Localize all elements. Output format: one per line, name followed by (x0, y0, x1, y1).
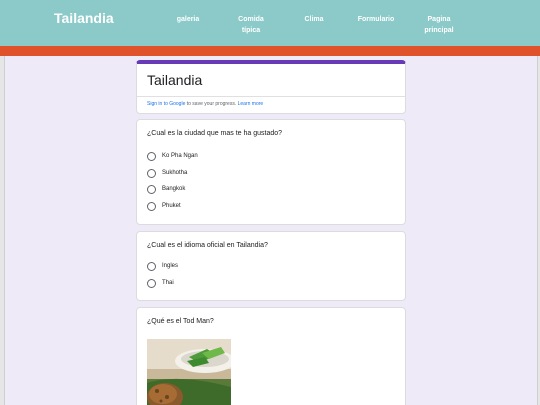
site-title: Tailandia (54, 10, 114, 26)
question-text: ¿Qué es el Tod Man? (147, 318, 214, 325)
nav-label: típica (241, 27, 261, 34)
nav-label: Clima (304, 16, 324, 23)
radio-button-icon[interactable] (147, 278, 156, 288)
radio-option[interactable]: Bangkok (147, 184, 185, 194)
question-card-city: ¿Cual es la ciudad que mas te ha gustado… (136, 119, 406, 225)
radio-option[interactable]: Phuket (147, 201, 181, 211)
nav-label: Pagina (427, 16, 451, 23)
signin-link[interactable]: Sign in to Google (147, 101, 185, 107)
radio-button-icon[interactable] (147, 184, 156, 194)
nav-galeria[interactable]: galeria (176, 14, 200, 25)
option-label: Phuket (162, 203, 181, 209)
option-label: Thai (162, 280, 174, 286)
nav-label: principal (424, 27, 454, 34)
nav-pagina-principal[interactable]: Pagina principal (422, 14, 456, 36)
option-label: Sukhotha (162, 170, 188, 176)
radio-button-icon[interactable] (147, 168, 156, 178)
signin-notice: Sign in to Google to save your progress.… (147, 101, 263, 107)
question-card-language: ¿Cual es el idioma oficial en Tailandia?… (136, 231, 406, 301)
food-photo (147, 339, 231, 405)
radio-button-icon[interactable] (147, 261, 156, 271)
radio-option[interactable]: Ingles (147, 261, 178, 271)
question-text: ¿Cual es la ciudad que mas te ha gustado… (147, 130, 283, 137)
option-label: Bangkok (162, 186, 186, 192)
radio-button-icon[interactable] (147, 201, 156, 211)
nav-label: Formulario (357, 16, 395, 23)
nav-comida-tipica[interactable]: Comida típica (236, 14, 266, 36)
site-header: Tailandia galeria Comida típica Clima Fo… (0, 0, 540, 46)
option-label: Ko Pha Ngan (162, 153, 198, 159)
form-title: Tailandia (147, 72, 203, 88)
radio-option[interactable]: Thai (147, 278, 174, 288)
nav-label: galeria (176, 16, 200, 23)
nav-clima[interactable]: Clima (303, 14, 325, 25)
radio-button-icon[interactable] (147, 151, 156, 161)
nav-formulario[interactable]: Formulario (357, 14, 395, 25)
signin-text: to save your progress. (185, 101, 238, 107)
learn-more-link[interactable]: Learn more (238, 101, 264, 107)
divider (137, 96, 405, 97)
question-text: ¿Cual es el idioma oficial en Tailandia? (147, 242, 268, 249)
form-title-card: Tailandia Sign in to Google to save your… (136, 60, 406, 114)
question-card-tod-man: ¿Qué es el Tod Man? (136, 307, 406, 405)
radio-option[interactable]: Ko Pha Ngan (147, 151, 198, 161)
radio-option[interactable]: Sukhotha (147, 168, 187, 178)
accent-bar (0, 46, 540, 56)
nav-label: Comida (238, 16, 264, 23)
option-label: Ingles (162, 263, 179, 269)
